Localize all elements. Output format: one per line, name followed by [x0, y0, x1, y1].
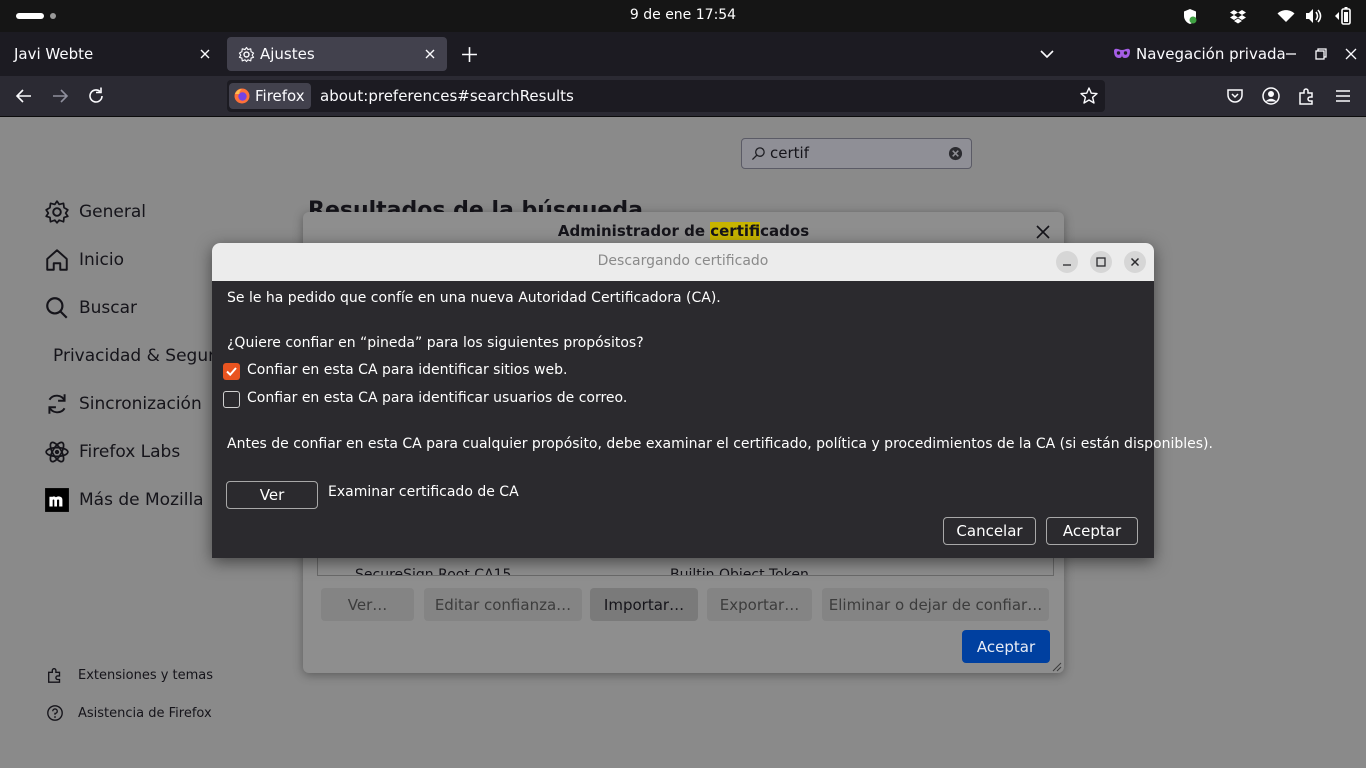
sidebar-item-label: Inicio [79, 250, 124, 270]
dialog-maximize-button[interactable] [1090, 251, 1112, 273]
firefox-support-label: Asistencia de Firefox [78, 705, 212, 721]
dialog-title: Descargando certificado [597, 253, 769, 269]
tab-title: Ajustes [260, 45, 315, 63]
minimize-icon [1063, 264, 1071, 266]
examine-certificate-label: Examinar certificado de CA [328, 484, 519, 500]
dialog-warning-text: Antes de confiar en esta CA para cualqui… [227, 436, 1213, 452]
help-icon [47, 705, 63, 721]
mozilla-icon [45, 488, 69, 512]
sidebar-item-label: Sincronización [79, 394, 202, 414]
search-icon [751, 147, 765, 161]
sync-icon [48, 394, 66, 414]
trust-websites-checkbox[interactable] [223, 363, 240, 380]
close-icon [1130, 257, 1140, 267]
sidebar-item-label: Buscar [79, 298, 138, 318]
new-tab-icon[interactable] [461, 46, 478, 63]
maximize-icon [1096, 257, 1106, 267]
bookmark-star-icon[interactable] [1079, 86, 1099, 106]
sidebar-item-privacy[interactable]: Privacidad & Seguridad [44, 341, 212, 371]
cancel-button[interactable]: Cancelar [943, 517, 1036, 545]
identity-box[interactable]: Firefox [229, 83, 311, 109]
sidebar-item-label: Más de Mozilla [79, 490, 204, 510]
import-button[interactable]: Importar… [590, 588, 698, 621]
delete-distrust-button[interactable]: Eliminar o dejar de confiar… [822, 588, 1049, 621]
sidebar-item-label: Privacidad & Seguridad [53, 346, 212, 366]
certificate-row-name: SecureSign Root CA15 [355, 567, 512, 576]
reload-icon[interactable] [86, 86, 106, 106]
accept-button[interactable]: Aceptar [1046, 517, 1138, 545]
dialog-close-button[interactable] [1124, 251, 1146, 273]
sidebar-item-more-mozilla[interactable]: Más de Mozilla [44, 485, 204, 515]
minimize-icon[interactable] [1284, 47, 1298, 61]
sidebar-item-label: General [79, 202, 146, 222]
dialog-intro-text: Se le ha pedido que confíe en una nueva … [227, 290, 721, 306]
labs-icon [45, 441, 69, 463]
tab-javi-webte[interactable]: Javi Webte [4, 37, 218, 71]
url-text[interactable]: about:preferences#searchResults [320, 87, 574, 105]
certificate-row-token: Builtin Object Token [670, 567, 809, 576]
cert-manager-ok-button[interactable]: Aceptar [962, 630, 1050, 663]
tab-title: Javi Webte [14, 45, 94, 63]
chevron-down-icon[interactable] [1039, 47, 1055, 61]
export-button[interactable]: Exportar… [707, 588, 812, 621]
close-icon[interactable] [1035, 224, 1051, 240]
sidebar-item-home[interactable]: Inicio [44, 245, 124, 275]
trust-email-checkbox[interactable] [223, 391, 240, 408]
account-icon[interactable] [1261, 86, 1281, 106]
sidebar-item-search[interactable]: Buscar [44, 293, 137, 323]
restore-icon[interactable] [1314, 47, 1328, 61]
dialog-question-text: ¿Quiere confiar en “pineda” para los sig… [227, 335, 644, 351]
sidebar-item-general[interactable]: General [44, 197, 146, 227]
clear-search-icon[interactable] [948, 146, 963, 161]
close-window-icon[interactable] [1344, 47, 1358, 61]
resize-grip-icon[interactable] [1050, 660, 1062, 672]
sidebar-item-firefox-labs[interactable]: Firefox Labs [44, 437, 180, 467]
back-icon[interactable] [14, 86, 34, 106]
preferences-search-input[interactable]: certif [741, 138, 972, 169]
forward-icon[interactable] [50, 86, 70, 106]
firefox-logo-icon [234, 88, 250, 104]
dropbox-icon[interactable] [1229, 9, 1247, 24]
system-top-bar: 9 de ene 17:54 [0, 0, 1366, 32]
wifi-icon[interactable] [1277, 9, 1295, 23]
identity-label: Firefox [255, 87, 305, 105]
sidebar-item-label: Firefox Labs [79, 442, 181, 462]
checkmark-icon [226, 367, 237, 377]
clock[interactable]: 9 de ene 17:54 [0, 7, 1366, 23]
tab-ajustes[interactable]: Ajustes [227, 37, 447, 71]
extensions-puzzle-icon[interactable] [1297, 86, 1317, 106]
close-tab-icon[interactable] [197, 46, 213, 62]
hamburger-menu-icon[interactable] [1333, 86, 1353, 106]
edit-trust-button[interactable]: Editar confianza… [424, 588, 582, 621]
private-mask-icon [1114, 48, 1130, 58]
dialog-minimize-button[interactable] [1056, 251, 1078, 273]
private-browsing-label: Navegación privada [1136, 45, 1286, 63]
trust-websites-label[interactable]: Confiar en esta CA para identificar siti… [247, 362, 567, 378]
sidebar-item-sync[interactable]: Sincronización [44, 389, 202, 419]
extensions-themes-label: Extensiones y temas [78, 667, 214, 683]
search-value: certif [770, 144, 809, 162]
gear-icon [45, 200, 69, 224]
battery-icon[interactable] [1333, 7, 1353, 25]
gear-icon [238, 46, 255, 63]
pocket-icon[interactable] [1225, 86, 1245, 106]
home-icon [46, 249, 68, 271]
close-tab-icon[interactable] [422, 46, 438, 62]
volume-icon[interactable] [1305, 8, 1323, 24]
puzzle-icon [48, 668, 61, 683]
extensions-themes-link[interactable]: Extensiones y temas [46, 666, 213, 684]
view-certificate-button[interactable]: Ver… [321, 588, 414, 621]
search-icon [46, 297, 68, 319]
certificate-manager-title: Administrador de certificados [557, 222, 810, 240]
shield-icon[interactable] [1182, 8, 1198, 25]
trust-email-label[interactable]: Confiar en esta CA para identificar usua… [247, 390, 627, 406]
firefox-support-link[interactable]: Asistencia de Firefox [46, 704, 212, 722]
view-ca-certificate-button[interactable]: Ver [226, 481, 318, 509]
